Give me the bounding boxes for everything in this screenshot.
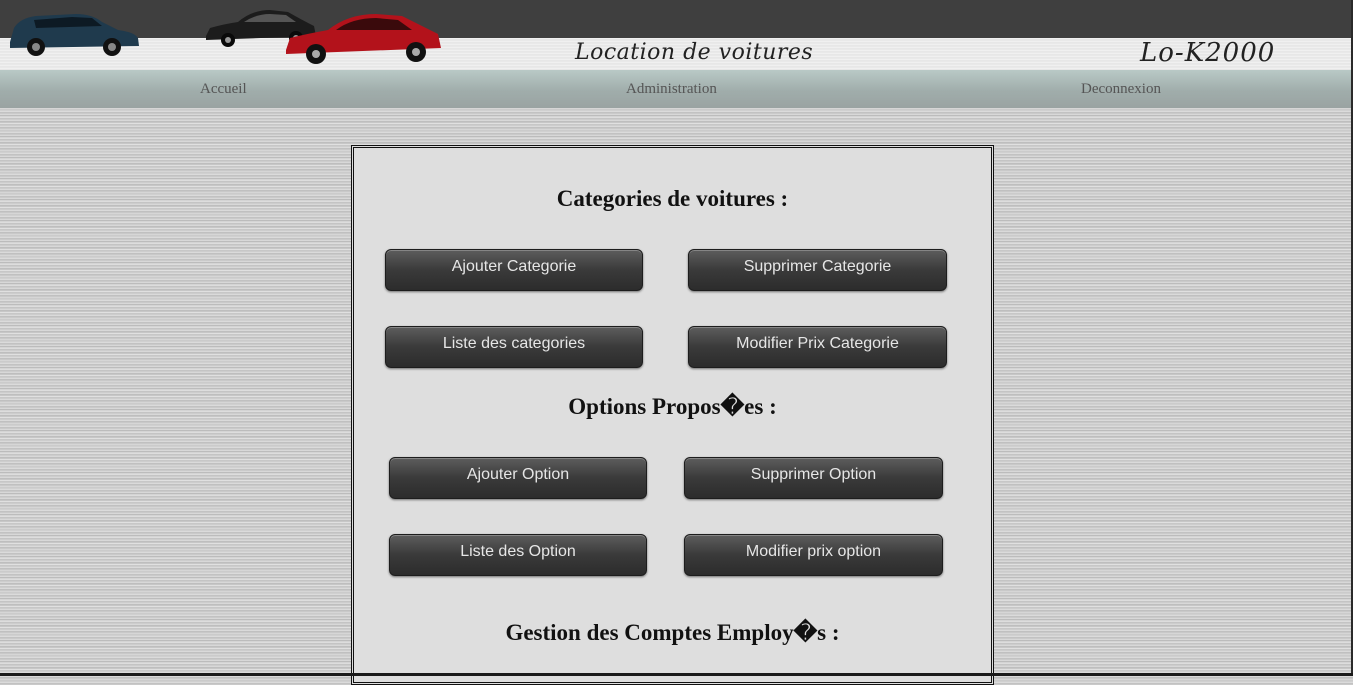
add-option-button[interactable]: Ajouter Option bbox=[389, 457, 647, 499]
delete-option-button[interactable]: Supprimer Option bbox=[684, 457, 943, 499]
header-dark-band bbox=[0, 0, 1351, 38]
main-nav: Accueil Administration Deconnexion bbox=[0, 70, 1351, 108]
add-category-button[interactable]: Ajouter Categorie bbox=[385, 249, 643, 291]
section-title-categories: Categories de voitures : bbox=[556, 186, 789, 211]
nav-accueil-link[interactable]: Accueil bbox=[200, 81, 247, 98]
list-categories-button[interactable]: Liste des categories bbox=[385, 326, 643, 368]
section-title-options: Options Propos�es : bbox=[568, 394, 777, 419]
car-sedan-red-image bbox=[286, 14, 441, 64]
admin-panel: Categories de voitures : Ajouter Categor… bbox=[351, 145, 994, 685]
site-title: Location de voitures bbox=[575, 40, 814, 65]
section-title-accounts: Gestion des Comptes Employ�s : bbox=[505, 620, 840, 645]
car-suv-blue-image bbox=[10, 14, 139, 56]
nav-administration-link[interactable]: Administration bbox=[626, 81, 717, 98]
nav-deconnexion-link[interactable]: Deconnexion bbox=[1081, 81, 1161, 98]
delete-category-button[interactable]: Supprimer Categorie bbox=[688, 249, 947, 291]
site-brand-logo: Lo-K2000 bbox=[1140, 38, 1276, 68]
edit-option-price-button[interactable]: Modifier prix option bbox=[684, 534, 943, 576]
site-header: Location de voitures Lo-K2000 bbox=[0, 0, 1351, 70]
edit-category-price-button[interactable]: Modifier Prix Categorie bbox=[688, 326, 947, 368]
list-options-button[interactable]: Liste des Option bbox=[389, 534, 647, 576]
